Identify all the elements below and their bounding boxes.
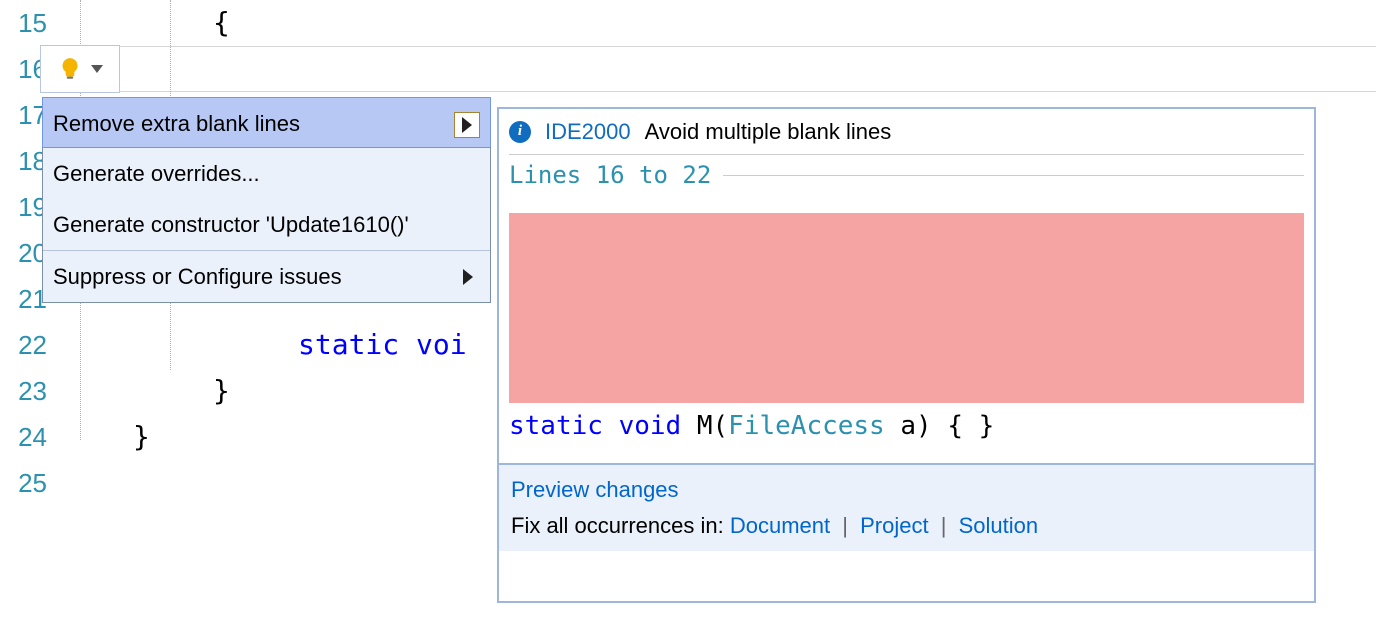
lines-range-text: Lines 16 to 22	[509, 161, 711, 189]
lightbulb-button[interactable]	[40, 45, 120, 93]
keyword-void: void	[619, 411, 682, 441]
quick-action-remove-blank-lines[interactable]: Remove extra blank lines	[42, 97, 491, 148]
fix-solution-link[interactable]: Solution	[959, 513, 1039, 538]
brace-close: }	[53, 420, 150, 453]
keyword-static: static	[509, 411, 603, 441]
method-name: M(	[697, 411, 728, 441]
preview-header: i IDE2000 Avoid multiple blank lines	[499, 109, 1314, 154]
fix-preview-panel: i IDE2000 Avoid multiple blank lines Lin…	[497, 107, 1316, 603]
quick-action-generate-constructor[interactable]: Generate constructor 'Update1610()'	[43, 199, 490, 250]
type-name: FileAccess	[728, 411, 885, 441]
code-rest: a) { }	[885, 411, 995, 441]
brace-open: {	[53, 6, 230, 39]
submenu-indicator	[456, 265, 480, 289]
code-area[interactable]: { static voi } }	[53, 0, 467, 627]
code-editor: 15 16 17 18 19 20 21 22 23 24 25 { stati…	[0, 0, 1376, 627]
line-number: 25	[0, 460, 53, 506]
fix-all-label: Fix all occurrences in:	[511, 513, 730, 538]
line-number: 23	[0, 368, 53, 414]
line-number: 15	[0, 0, 53, 46]
quick-action-suppress-configure[interactable]: Suppress or Configure issues	[43, 251, 490, 302]
chevron-right-icon	[463, 269, 473, 285]
line-number: 24	[0, 414, 53, 460]
preview-footer: Preview changes Fix all occurrences in: …	[499, 463, 1314, 551]
line-number: 22	[0, 322, 53, 368]
menu-item-label: Remove extra blank lines	[53, 111, 300, 136]
diff-removed-block	[509, 213, 1304, 403]
info-icon: i	[509, 121, 531, 143]
rule-description: Avoid multiple blank lines	[645, 119, 892, 145]
separator	[723, 175, 1304, 176]
menu-item-label: Suppress or Configure issues	[53, 264, 342, 289]
submenu-indicator	[454, 112, 480, 138]
line-number-gutter: 15 16 17 18 19 20 21 22 23 24 25	[0, 0, 53, 627]
chevron-right-icon	[462, 117, 472, 133]
separator: |	[941, 513, 947, 538]
rule-id[interactable]: IDE2000	[545, 119, 631, 145]
quick-action-generate-overrides[interactable]: Generate overrides...	[43, 148, 490, 199]
chevron-down-icon	[91, 65, 103, 73]
menu-item-label: Generate constructor 'Update1610()'	[53, 212, 409, 237]
menu-item-label: Generate overrides...	[53, 161, 260, 186]
keyword-static: static	[298, 328, 399, 361]
lightbulb-icon	[57, 56, 83, 82]
keyword-void: voi	[399, 328, 466, 361]
brace-close: }	[53, 374, 230, 407]
separator: |	[842, 513, 848, 538]
fix-document-link[interactable]: Document	[730, 513, 830, 538]
diff-context-line: static void M(FileAccess a) { }	[499, 407, 1314, 463]
preview-changes-link[interactable]: Preview changes	[511, 477, 679, 502]
fix-project-link[interactable]: Project	[860, 513, 928, 538]
quick-actions-menu: Remove extra blank lines Generate overri…	[42, 97, 491, 303]
lines-range-header: Lines 16 to 22	[499, 155, 1314, 193]
